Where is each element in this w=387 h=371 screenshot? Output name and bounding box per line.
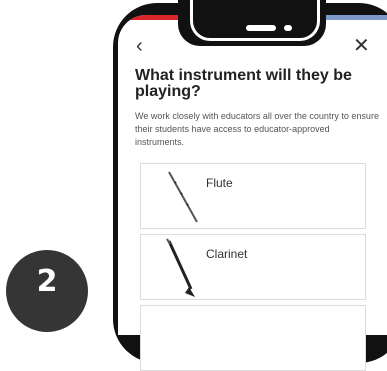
speaker-icon bbox=[246, 25, 276, 31]
camera-icon bbox=[284, 25, 292, 31]
flute-icon bbox=[168, 171, 198, 223]
instrument-option[interactable] bbox=[140, 305, 366, 371]
close-button[interactable]: ✕ bbox=[353, 36, 370, 56]
instrument-option-flute[interactable]: Flute bbox=[140, 163, 366, 229]
back-button[interactable]: ‹ bbox=[136, 36, 143, 56]
step-number-badge: 2 bbox=[6, 250, 88, 332]
instrument-option-clarinet[interactable]: Clarinet bbox=[140, 234, 366, 300]
instrument-label: Clarinet bbox=[206, 247, 248, 261]
instrument-label: Flute bbox=[206, 176, 233, 190]
phone-notch-outline bbox=[190, 0, 320, 41]
page-description: We work closely with educators all over … bbox=[135, 111, 379, 147]
page-title: What instrument will they be playing? bbox=[135, 67, 352, 100]
clarinet-icon bbox=[166, 238, 195, 297]
